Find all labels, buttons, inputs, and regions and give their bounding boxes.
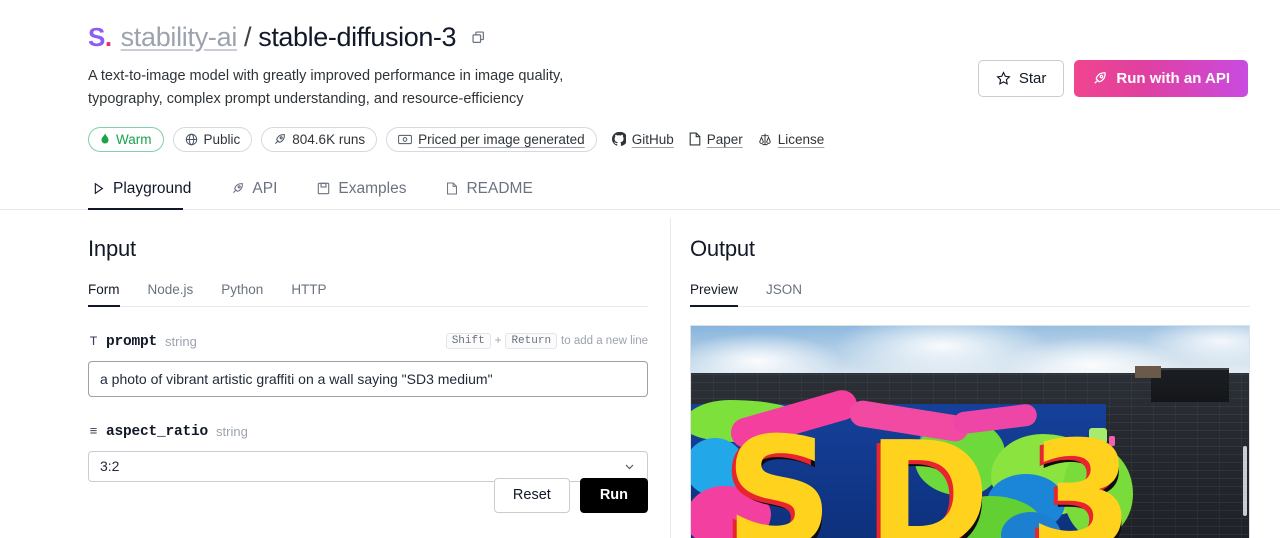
link-label: Paper xyxy=(706,131,743,147)
kbd-shift: Shift xyxy=(445,332,491,349)
output-title: Output xyxy=(690,235,755,261)
hint-plus: + xyxy=(494,334,502,347)
copy-icon[interactable] xyxy=(471,30,486,45)
document-icon xyxy=(689,132,701,146)
link-label: GitHub xyxy=(631,131,674,147)
letter-s: S xyxy=(725,405,834,538)
field-type: string xyxy=(165,334,197,350)
github-icon xyxy=(611,132,626,147)
field-type: string xyxy=(216,424,248,440)
field-header: ≡ aspect_ratio string xyxy=(88,423,648,441)
star-button[interactable]: Star xyxy=(977,60,1065,97)
tab-label: API xyxy=(252,179,278,197)
stability-logo: S. xyxy=(88,22,112,52)
tab-api[interactable]: API xyxy=(227,174,291,209)
tab-playground[interactable]: Playground xyxy=(88,174,205,210)
input-panel: Input Form Node.js Python HTTP T prompt … xyxy=(0,210,668,538)
letter-3: 3 xyxy=(1029,409,1134,538)
model-page: S. stability-ai / stable-diffusion-3 A t… xyxy=(0,0,1280,538)
breadcrumb: S. stability-ai / stable-diffusion-3 xyxy=(88,18,1248,56)
text-type-icon: T xyxy=(89,334,98,350)
breadcrumb-separator: / xyxy=(244,21,252,52)
tab-nodejs[interactable]: Node.js xyxy=(148,282,194,306)
rocket-icon xyxy=(1092,71,1107,86)
tab-label: Playground xyxy=(113,179,192,197)
main-tabs: Playground API Examples README xyxy=(0,174,1280,210)
kbd-return: Return xyxy=(505,332,558,349)
pricing-badge[interactable]: Priced per image generated xyxy=(386,126,597,152)
rocket-icon xyxy=(273,133,286,146)
tab-preview[interactable]: Preview xyxy=(690,282,739,307)
badge-label: 804.6K runs xyxy=(292,131,366,147)
roof-unit xyxy=(1151,367,1229,402)
badge-label: Warm xyxy=(116,131,152,147)
star-icon xyxy=(996,71,1011,86)
input-format-tabs: Form Node.js Python HTTP xyxy=(88,282,648,307)
playground-content: Input Form Node.js Python HTTP T prompt … xyxy=(0,210,1280,538)
output-format-tabs: Preview JSON xyxy=(690,282,1250,307)
reset-button[interactable]: Reset xyxy=(493,477,570,513)
status-badge-warm[interactable]: Warm xyxy=(88,126,164,152)
rocket-icon xyxy=(231,182,244,195)
badge-label: Public xyxy=(203,131,241,147)
tab-label: Examples xyxy=(338,179,407,197)
banknote-icon xyxy=(398,134,412,145)
runs-badge[interactable]: 804.6K runs xyxy=(261,126,378,152)
field-header: T prompt string Shift + Return to add a … xyxy=(88,332,648,351)
star-label: Star xyxy=(1018,70,1047,87)
header-actions: Star Run with an API xyxy=(977,60,1248,97)
flame-icon xyxy=(100,133,110,145)
document-icon xyxy=(446,182,458,195)
metadata-badges: Warm Public 804.6K runs Priced per image… xyxy=(88,126,1248,152)
tab-readme[interactable]: README xyxy=(442,174,546,209)
tab-json[interactable]: JSON xyxy=(766,282,802,306)
link-label: License xyxy=(777,131,825,147)
tab-python[interactable]: Python xyxy=(221,282,263,306)
owner-link[interactable]: stability-ai xyxy=(121,22,238,53)
input-title: Input xyxy=(88,235,136,261)
form-actions: Reset Run xyxy=(88,477,648,513)
tab-examples[interactable]: Examples xyxy=(313,174,420,209)
selected-value: 3:2 xyxy=(100,458,120,475)
roof-block xyxy=(1135,365,1161,378)
field-label: aspect_ratio xyxy=(106,423,209,440)
chevron-down-icon xyxy=(623,460,636,473)
tab-label: README xyxy=(466,179,533,197)
graffiti-artwork: S S S D D D 3 3 3 SD3 xyxy=(691,325,1249,538)
list-type-icon: ≡ xyxy=(89,424,98,440)
run-with-api-button[interactable]: Run with an API xyxy=(1074,60,1248,97)
badge-label: Priced per image generated xyxy=(418,131,585,147)
image-scrollbar[interactable] xyxy=(1243,445,1247,516)
paper-link[interactable]: Paper xyxy=(689,132,743,147)
output-panel: Output Preview JSON S S S D D D 3 3 3 xyxy=(668,210,1280,538)
scales-icon xyxy=(758,132,772,146)
output-image[interactable]: S S S D D D 3 3 3 SD3 xyxy=(690,324,1250,538)
license-link[interactable]: License xyxy=(758,131,825,147)
play-icon xyxy=(92,182,105,195)
prompt-input[interactable]: a photo of vibrant artistic graffiti on … xyxy=(88,360,648,397)
globe-icon xyxy=(185,133,198,146)
field-aspect-ratio: ≡ aspect_ratio string 3:2 xyxy=(88,423,648,482)
field-prompt: T prompt string Shift + Return to add a … xyxy=(88,332,648,397)
github-link[interactable]: GitHub xyxy=(611,131,674,147)
page-header: S. stability-ai / stable-diffusion-3 A t… xyxy=(0,0,1280,152)
api-label: Run with an API xyxy=(1116,70,1230,87)
tab-form[interactable]: Form xyxy=(88,282,120,307)
hint-text: to add a new line xyxy=(561,334,648,347)
model-description: A text-to-image model with greatly impro… xyxy=(88,68,564,107)
page-title: stable-diffusion-3 xyxy=(258,21,457,52)
save-icon xyxy=(317,182,330,195)
letter-d: D xyxy=(867,409,990,538)
tab-http[interactable]: HTTP xyxy=(291,282,326,306)
field-label: prompt xyxy=(106,333,158,350)
run-button[interactable]: Run xyxy=(579,477,648,513)
visibility-badge[interactable]: Public xyxy=(172,126,253,152)
newline-hint: Shift + Return to add a new line xyxy=(445,332,648,349)
